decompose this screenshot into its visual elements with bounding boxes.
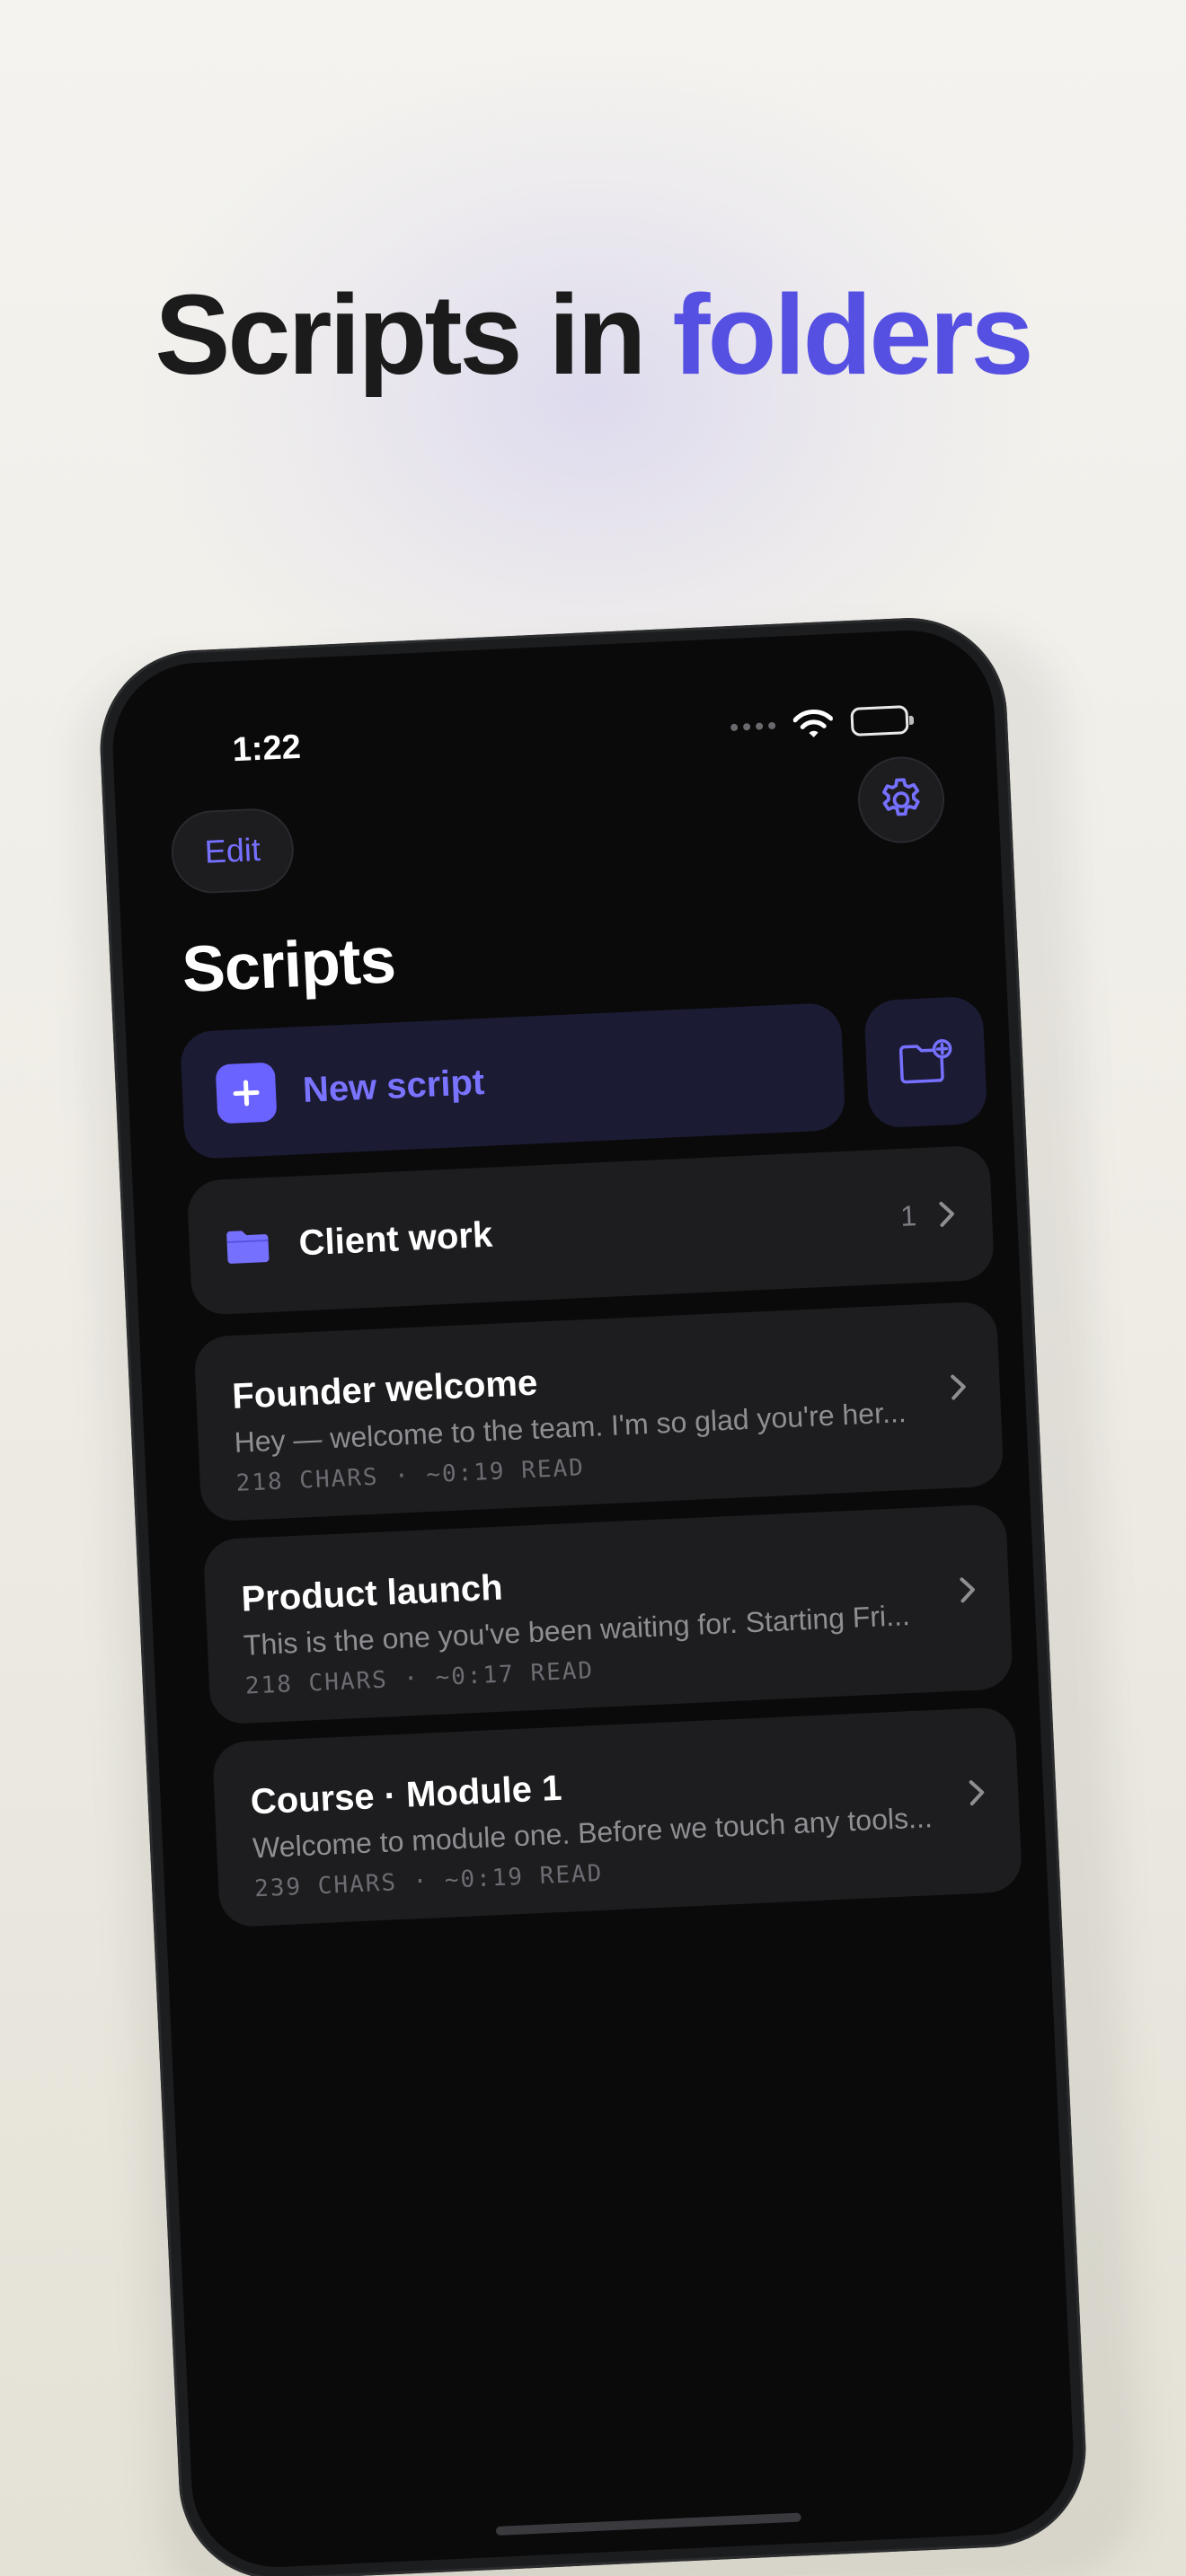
- app-screen: 1:22 Edit Scripts New script Client work…: [109, 626, 1077, 2572]
- gear-icon: [882, 778, 920, 816]
- new-script-label: New script: [301, 1062, 486, 1110]
- folder-count: 1: [899, 1198, 917, 1232]
- settings-button[interactable]: [855, 754, 947, 845]
- status-icons: [730, 704, 909, 743]
- battery-icon: [850, 705, 909, 737]
- headline-accent-text: folders: [672, 271, 1034, 398]
- script-card[interactable]: Course · Module 1 Welcome to module one.…: [211, 1706, 1023, 1928]
- edit-button[interactable]: Edit: [169, 807, 296, 895]
- new-folder-button[interactable]: [863, 995, 988, 1129]
- chevron-right-icon: [960, 1577, 975, 1603]
- script-card[interactable]: Founder welcome Hey — welcome to the tea…: [193, 1301, 1005, 1522]
- marketing-headline: Scripts in folders: [0, 269, 1186, 400]
- home-indicator[interactable]: [495, 2512, 801, 2536]
- script-card[interactable]: Product launch This is the one you've be…: [202, 1504, 1014, 1725]
- signal-icon: [730, 721, 776, 732]
- folder-name: Client work: [297, 1214, 494, 1263]
- chevron-right-icon: [969, 1780, 985, 1806]
- page-title: Scripts: [180, 924, 397, 1006]
- folder-plus-icon: [898, 1038, 952, 1084]
- status-time: 1:22: [231, 728, 302, 770]
- chevron-right-icon: [939, 1201, 954, 1227]
- plus-icon: [215, 1062, 278, 1125]
- headline-text: Scripts in: [155, 271, 673, 398]
- chevron-right-icon: [951, 1374, 966, 1400]
- folder-row-client-work[interactable]: Client work 1: [186, 1144, 996, 1316]
- phone-frame: 1:22 Edit Scripts New script Client work…: [95, 613, 1091, 2576]
- folder-icon: [226, 1231, 270, 1264]
- new-script-button[interactable]: New script: [179, 1001, 846, 1160]
- wifi-icon: [792, 709, 834, 737]
